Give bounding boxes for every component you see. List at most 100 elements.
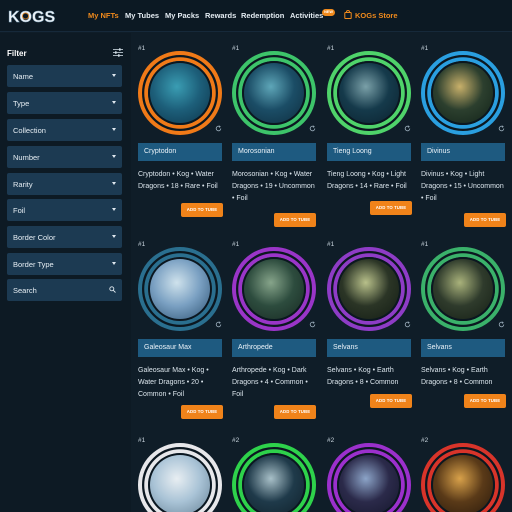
nav-my-packs[interactable]: My Packs	[165, 11, 199, 20]
refresh-icon[interactable]	[309, 125, 316, 132]
nft-image[interactable]	[421, 247, 505, 331]
nft-number: #1	[421, 45, 429, 52]
filter-label: Rarity	[13, 180, 33, 189]
refresh-icon[interactable]	[404, 321, 411, 328]
sliders-icon[interactable]	[113, 48, 123, 57]
chevron-down-icon	[112, 262, 116, 265]
nft-image[interactable]	[138, 51, 222, 135]
nft-description: Selvans • Kog • Earth Dragons • 8 • Comm…	[327, 367, 399, 386]
add-to-tube-button[interactable]: ADD TO TUBE	[370, 201, 412, 215]
filter-collection-dropdown[interactable]: Collection	[7, 119, 122, 141]
filter-label: Foil	[13, 206, 26, 215]
nft-number: #1	[138, 45, 146, 52]
nft-name: Selvans	[333, 344, 358, 351]
filter-sidebar: Filter Name Type Collection Number Rarit…	[0, 33, 131, 512]
nft-number: #2	[421, 437, 429, 444]
filter-foil-dropdown[interactable]: Foil	[7, 199, 122, 221]
nft-number: #2	[232, 437, 240, 444]
nft-name: Selvans	[427, 344, 452, 351]
search-input[interactable]: Search	[7, 279, 122, 301]
refresh-icon[interactable]	[309, 321, 316, 328]
nft-number: #1	[232, 45, 240, 52]
nav-my-nfts[interactable]: My NFTs	[88, 11, 119, 20]
filter-border-type-dropdown[interactable]: Border Type	[7, 253, 122, 275]
refresh-icon[interactable]	[498, 125, 505, 132]
nav-activities[interactable]: Activities	[290, 11, 323, 20]
top-navigation-bar: KOGS My NFTs My Tubes My Packs Rewards R…	[0, 0, 512, 32]
nft-artwork	[337, 257, 401, 321]
nav-kogs-store[interactable]: KOGs Store	[355, 11, 398, 20]
nft-artwork	[242, 61, 306, 125]
nft-artwork	[337, 61, 401, 125]
nft-number: #1	[138, 437, 146, 444]
kogs-logo[interactable]: KOGS	[7, 6, 65, 26]
add-to-tube-button[interactable]: ADD TO TUBE	[464, 213, 506, 227]
refresh-icon[interactable]	[404, 125, 411, 132]
nft-artwork	[431, 453, 495, 512]
nft-number: #1	[232, 241, 240, 248]
nav-redemption[interactable]: Redemption	[241, 11, 284, 20]
bag-icon	[344, 10, 352, 19]
nft-name: Galeosaur Max	[144, 344, 192, 351]
filter-label: Border Color	[13, 233, 56, 242]
nft-name-bar: Tieng Loong	[327, 143, 411, 161]
nft-name: Cryptodon	[144, 148, 177, 155]
new-badge: NEW	[322, 9, 335, 16]
nft-number: #1	[421, 241, 429, 248]
filter-label: Collection	[13, 126, 46, 135]
nft-artwork	[431, 257, 495, 321]
nft-number: #1	[327, 45, 335, 52]
refresh-icon[interactable]	[215, 321, 222, 328]
nft-artwork	[148, 61, 212, 125]
nft-name: Tieng Loong	[333, 148, 372, 155]
svg-text:KOGS: KOGS	[8, 9, 55, 26]
nft-name: Arthropede	[238, 344, 273, 351]
nft-image[interactable]	[327, 443, 411, 512]
chevron-down-icon	[112, 208, 116, 211]
filter-number-dropdown[interactable]: Number	[7, 146, 122, 168]
add-to-tube-button[interactable]: ADD TO TUBE	[181, 405, 223, 419]
filter-border-color-dropdown[interactable]: Border Color	[7, 226, 122, 248]
filter-label: Border Type	[13, 260, 54, 269]
kogs-logo-mark: KOGS	[8, 9, 56, 26]
filter-type-dropdown[interactable]: Type	[7, 92, 122, 114]
nft-description: Selvans • Kog • Earth Dragons • 8 • Comm…	[421, 367, 493, 386]
filter-heading: Filter	[7, 49, 27, 58]
filter-label: Type	[13, 99, 30, 108]
nav-rewards[interactable]: Rewards	[205, 11, 236, 20]
chevron-down-icon	[112, 182, 116, 185]
nft-image[interactable]	[327, 247, 411, 331]
nft-artwork	[148, 453, 212, 512]
nft-description: Morosonian • Kog • Water Dragons • 19 • …	[232, 171, 315, 202]
nft-number: #1	[327, 241, 335, 248]
add-to-tube-button[interactable]: ADD TO TUBE	[274, 405, 316, 419]
nft-name: Morosonian	[238, 148, 275, 155]
nft-image[interactable]	[421, 443, 505, 512]
nft-image[interactable]	[421, 51, 505, 135]
filter-label: Number	[13, 153, 40, 162]
nft-image[interactable]	[327, 51, 411, 135]
refresh-icon[interactable]	[215, 125, 222, 132]
add-to-tube-button[interactable]: ADD TO TUBE	[370, 394, 412, 408]
add-to-tube-button[interactable]: ADD TO TUBE	[181, 203, 223, 217]
filter-label: Name	[13, 72, 34, 81]
nft-image[interactable]	[138, 247, 222, 331]
nft-name-bar: Selvans	[327, 339, 411, 357]
nft-image[interactable]	[232, 247, 316, 331]
nft-artwork	[337, 453, 401, 512]
nft-artwork	[242, 453, 306, 512]
nft-number: #1	[138, 241, 146, 248]
nav-my-tubes[interactable]: My Tubes	[125, 11, 159, 20]
nft-name: Divinus	[427, 148, 450, 155]
add-to-tube-button[interactable]: ADD TO TUBE	[464, 394, 506, 408]
refresh-icon[interactable]	[498, 321, 505, 328]
add-to-tube-button[interactable]: ADD TO TUBE	[274, 213, 316, 227]
nft-image[interactable]	[232, 51, 316, 135]
nft-name-bar: Divinus	[421, 143, 505, 161]
nft-image[interactable]	[138, 443, 222, 512]
filter-name-dropdown[interactable]: Name	[7, 65, 122, 87]
nft-artwork	[431, 61, 495, 125]
chevron-down-icon	[112, 155, 116, 158]
nft-image[interactable]	[232, 443, 316, 512]
filter-rarity-dropdown[interactable]: Rarity	[7, 173, 122, 195]
